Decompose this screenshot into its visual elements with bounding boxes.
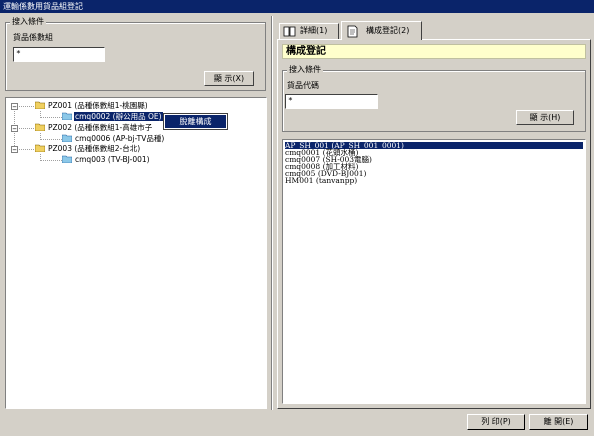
tree-node[interactable]: cmq003 (TV-BJ-001) (62, 155, 151, 165)
tree-node-label: cmq0006 (AP-bj-TV品種) (75, 134, 165, 143)
tab-details[interactable]: 詳細(1) (279, 23, 339, 39)
folder-icon (35, 123, 45, 131)
folder-icon (62, 155, 72, 163)
tree-node[interactable]: PZ003 (品種係數組2-台北) (35, 144, 141, 154)
folder-icon (62, 134, 72, 142)
print-button[interactable]: 列 印(P) (467, 414, 525, 430)
tree-node[interactable]: cmq0006 (AP-bj-TV品種) (62, 134, 165, 144)
section-title: 構成登記 (282, 44, 586, 59)
tree-collapse-toggle[interactable]: − (11, 125, 18, 133)
tree-node[interactable]: cmq0002 (辦公用品 OE) (62, 112, 163, 122)
left-show-button[interactable]: 顯 示(X) (204, 71, 254, 86)
context-menu: 脫離構成 (163, 113, 228, 130)
tree-view[interactable]: − − − PZ001 (品種係數組1-桃園縣) cmq0002 (辦公用品 O… (5, 97, 267, 409)
folder-icon (62, 112, 72, 120)
tree-collapse-toggle[interactable]: − (11, 146, 18, 154)
tree-node-label: PZ002 (品種係數組1-高雄市子 (48, 123, 153, 132)
tree-node-label: PZ003 (品種係數組2-台北) (48, 144, 141, 153)
tree-node[interactable]: PZ002 (品種係數組1-高雄市子 (35, 123, 153, 133)
left-field-label: 貨品係數組 (13, 33, 53, 42)
folder-icon (35, 144, 45, 152)
tree-collapse-toggle[interactable]: − (11, 103, 18, 111)
context-menu-item-detach[interactable]: 脫離構成 (165, 115, 226, 128)
book-icon (283, 26, 296, 37)
tree-node-label: PZ001 (品種係數組1-桃園縣) (48, 101, 148, 110)
panel-splitter[interactable] (271, 16, 273, 410)
tab-composition[interactable]: 構成登記(2) (341, 21, 422, 40)
right-field-label: 貨品代碼 (287, 81, 319, 90)
list-item[interactable]: HM001 (tanvanpp) (285, 177, 357, 185)
document-icon (347, 25, 358, 38)
tree-node-label: cmq003 (TV-BJ-001) (75, 155, 150, 164)
tab-details-label: 詳細(1) (300, 26, 328, 35)
tab-composition-label: 構成登記(2) (366, 26, 410, 35)
item-list[interactable]: AP_SH_001 (AP_SH_001_0001) cmq0001 (花頭水桶… (282, 139, 586, 404)
tree-node-label: cmq0002 (辦公用品 OE) (74, 112, 163, 121)
left-field-input[interactable]: * (13, 47, 105, 62)
right-field-input[interactable]: * (285, 94, 378, 109)
right-search-group-label: 搜入條件 (287, 65, 323, 74)
left-search-group-label: 搜入條件 (10, 17, 46, 26)
folder-icon (35, 101, 45, 109)
right-show-button[interactable]: 顯 示(H) (516, 110, 574, 125)
close-button[interactable]: 離 開(E) (529, 414, 588, 430)
window-title: 運輸係數用貨品組登記 (0, 0, 594, 13)
tree-node[interactable]: PZ001 (品種係數組1-桃園縣) (35, 101, 149, 111)
